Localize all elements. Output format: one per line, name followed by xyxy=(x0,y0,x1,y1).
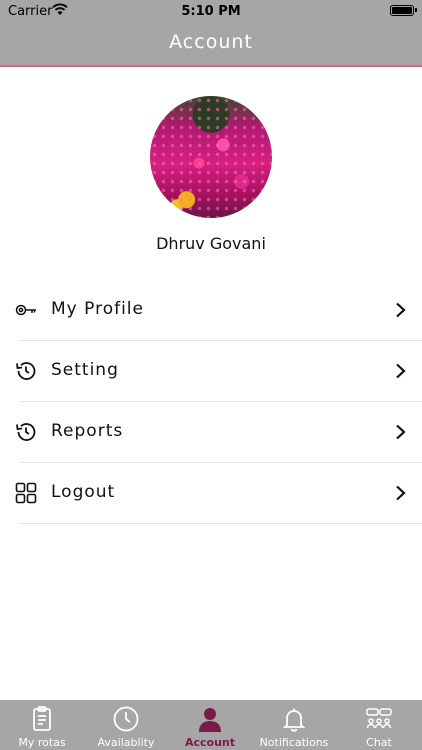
menu-item-label: Setting xyxy=(51,360,119,380)
tab-label: Notifications xyxy=(259,736,329,749)
account-menu: My Profile Setting Reports Logout xyxy=(0,280,422,524)
tab-notifications[interactable]: Notifications xyxy=(252,700,336,750)
status-bar: Carrier 5:10 PM xyxy=(0,0,422,22)
menu-item-label: Logout xyxy=(51,482,116,502)
clipboard-icon xyxy=(28,705,56,733)
tab-account[interactable]: Account xyxy=(168,700,252,750)
history-icon xyxy=(15,360,37,382)
tab-bar: My rotas Availablity Account Notificatio… xyxy=(0,700,422,750)
menu-item-label: Reports xyxy=(51,421,124,441)
bell-icon xyxy=(280,705,308,733)
battery-icon xyxy=(390,5,417,16)
chevron-right-icon xyxy=(395,485,407,501)
tab-my-rotas[interactable]: My rotas xyxy=(0,700,84,750)
key-icon xyxy=(15,299,37,321)
menu-item-my-profile[interactable]: My Profile xyxy=(0,280,422,341)
menu-item-reports[interactable]: Reports xyxy=(0,402,422,463)
tab-label: Chat xyxy=(366,736,392,749)
clock: 5:10 PM xyxy=(181,4,241,19)
group-chat-icon xyxy=(365,705,393,733)
chevron-right-icon xyxy=(395,424,407,440)
tab-label: Account xyxy=(184,736,236,749)
page-title: Account xyxy=(169,31,253,53)
tab-chat[interactable]: Chat xyxy=(337,700,421,750)
tab-availablity[interactable]: Availablity xyxy=(84,700,168,750)
history-icon xyxy=(15,421,37,443)
chevron-right-icon xyxy=(395,302,407,318)
menu-item-label: My Profile xyxy=(51,299,144,319)
menu-item-setting[interactable]: Setting xyxy=(0,341,422,402)
chevron-right-icon xyxy=(395,363,407,379)
user-name: Dhruv Govani xyxy=(156,234,266,253)
nav-bar: Account xyxy=(0,22,422,67)
tab-label: My rotas xyxy=(18,736,66,749)
menu-item-logout[interactable]: Logout xyxy=(0,463,422,524)
tab-label: Availablity xyxy=(97,736,155,749)
divider xyxy=(20,523,422,524)
clock-icon xyxy=(112,705,140,733)
grid-icon xyxy=(15,482,37,504)
person-icon xyxy=(196,705,224,733)
avatar[interactable] xyxy=(150,96,272,218)
